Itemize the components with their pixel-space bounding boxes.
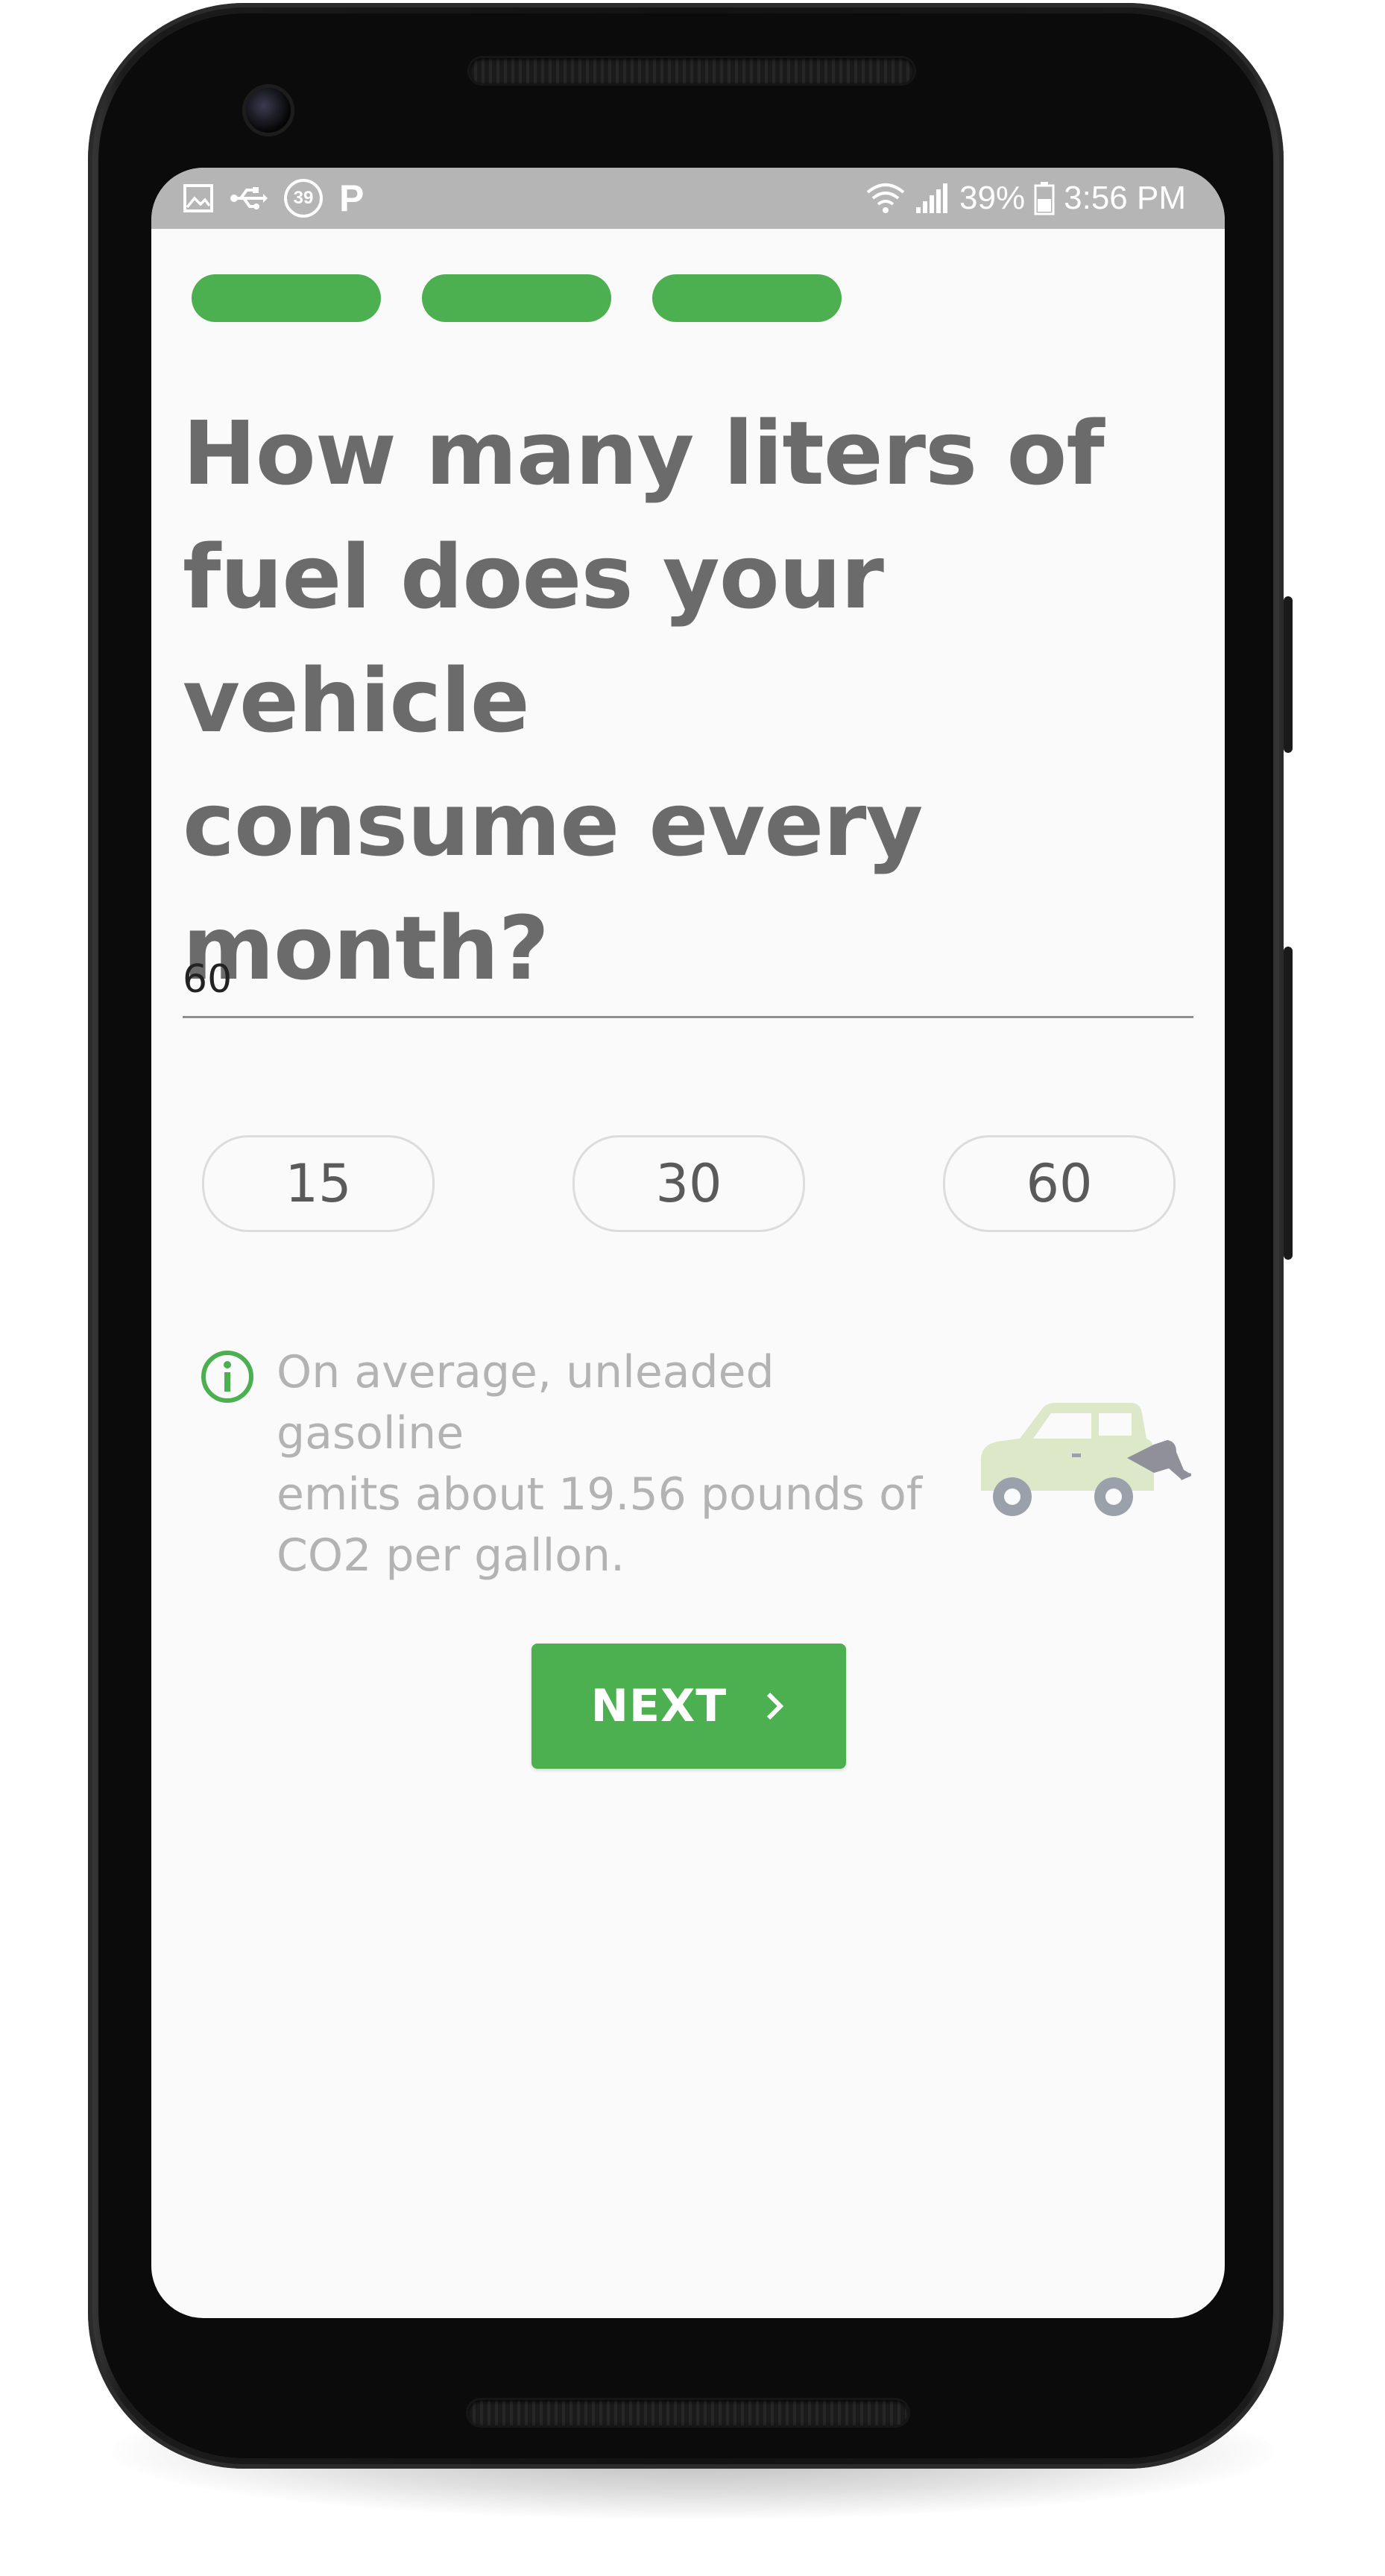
question-line: How many liters of xyxy=(183,402,1105,505)
usb-icon xyxy=(230,187,268,209)
tip-line: CO2 per gallon. xyxy=(277,1530,625,1582)
tip-line: On average, unleaded gasoline xyxy=(277,1346,774,1459)
progress-step-2 xyxy=(422,274,611,322)
front-camera xyxy=(246,88,291,133)
progress-steps xyxy=(192,274,842,322)
next-button-label: NEXT xyxy=(590,1680,728,1732)
status-left-icons: 39 P xyxy=(183,177,365,219)
car-refuel-icon xyxy=(981,1403,1191,1516)
option-chip-15[interactable]: 15 xyxy=(202,1135,435,1232)
next-button[interactable]: NEXT xyxy=(531,1644,846,1769)
top-speaker xyxy=(470,58,914,83)
option-chip-60[interactable]: 60 xyxy=(943,1135,1176,1232)
question-line: consume every xyxy=(183,773,923,876)
question-line: fuel does your vehicle xyxy=(183,525,884,752)
signal-icon xyxy=(916,183,948,213)
status-right-icons: 39% 3:56 PM xyxy=(865,178,1186,218)
battery-icon xyxy=(1034,182,1055,215)
battery-percent: 39% xyxy=(959,180,1026,216)
info-icon xyxy=(201,1351,253,1403)
progress-step-3 xyxy=(652,274,842,322)
gallery-icon xyxy=(183,184,213,212)
parking-icon: P xyxy=(339,177,365,219)
badge-39-icon: 39 xyxy=(284,179,323,218)
progress-step-1 xyxy=(192,274,381,322)
tip-text: On average, unleaded gasoline emits abou… xyxy=(277,1342,962,1586)
bottom-speaker xyxy=(468,2400,908,2425)
power-button xyxy=(1284,947,1293,1260)
option-chip-30[interactable]: 30 xyxy=(572,1135,805,1232)
chevron-right-icon xyxy=(767,1692,784,1720)
volume-button xyxy=(1284,596,1293,753)
question-title: How many liters of fuel does your vehicl… xyxy=(183,391,1196,1010)
quick-options: 15 30 60 xyxy=(202,1135,1179,1232)
fuel-liters-input[interactable] xyxy=(183,943,1193,1016)
wifi-icon xyxy=(866,183,905,213)
status-time: 3:56 PM xyxy=(1064,180,1186,216)
fuel-input-container xyxy=(183,943,1193,1018)
tip-line: emits about 19.56 pounds of xyxy=(277,1468,923,1521)
status-bar: 39 P 39% 3:56 PM xyxy=(151,168,1225,229)
app-screen: 39 P 39% 3:56 PM How many liters of fuel… xyxy=(151,168,1225,2318)
